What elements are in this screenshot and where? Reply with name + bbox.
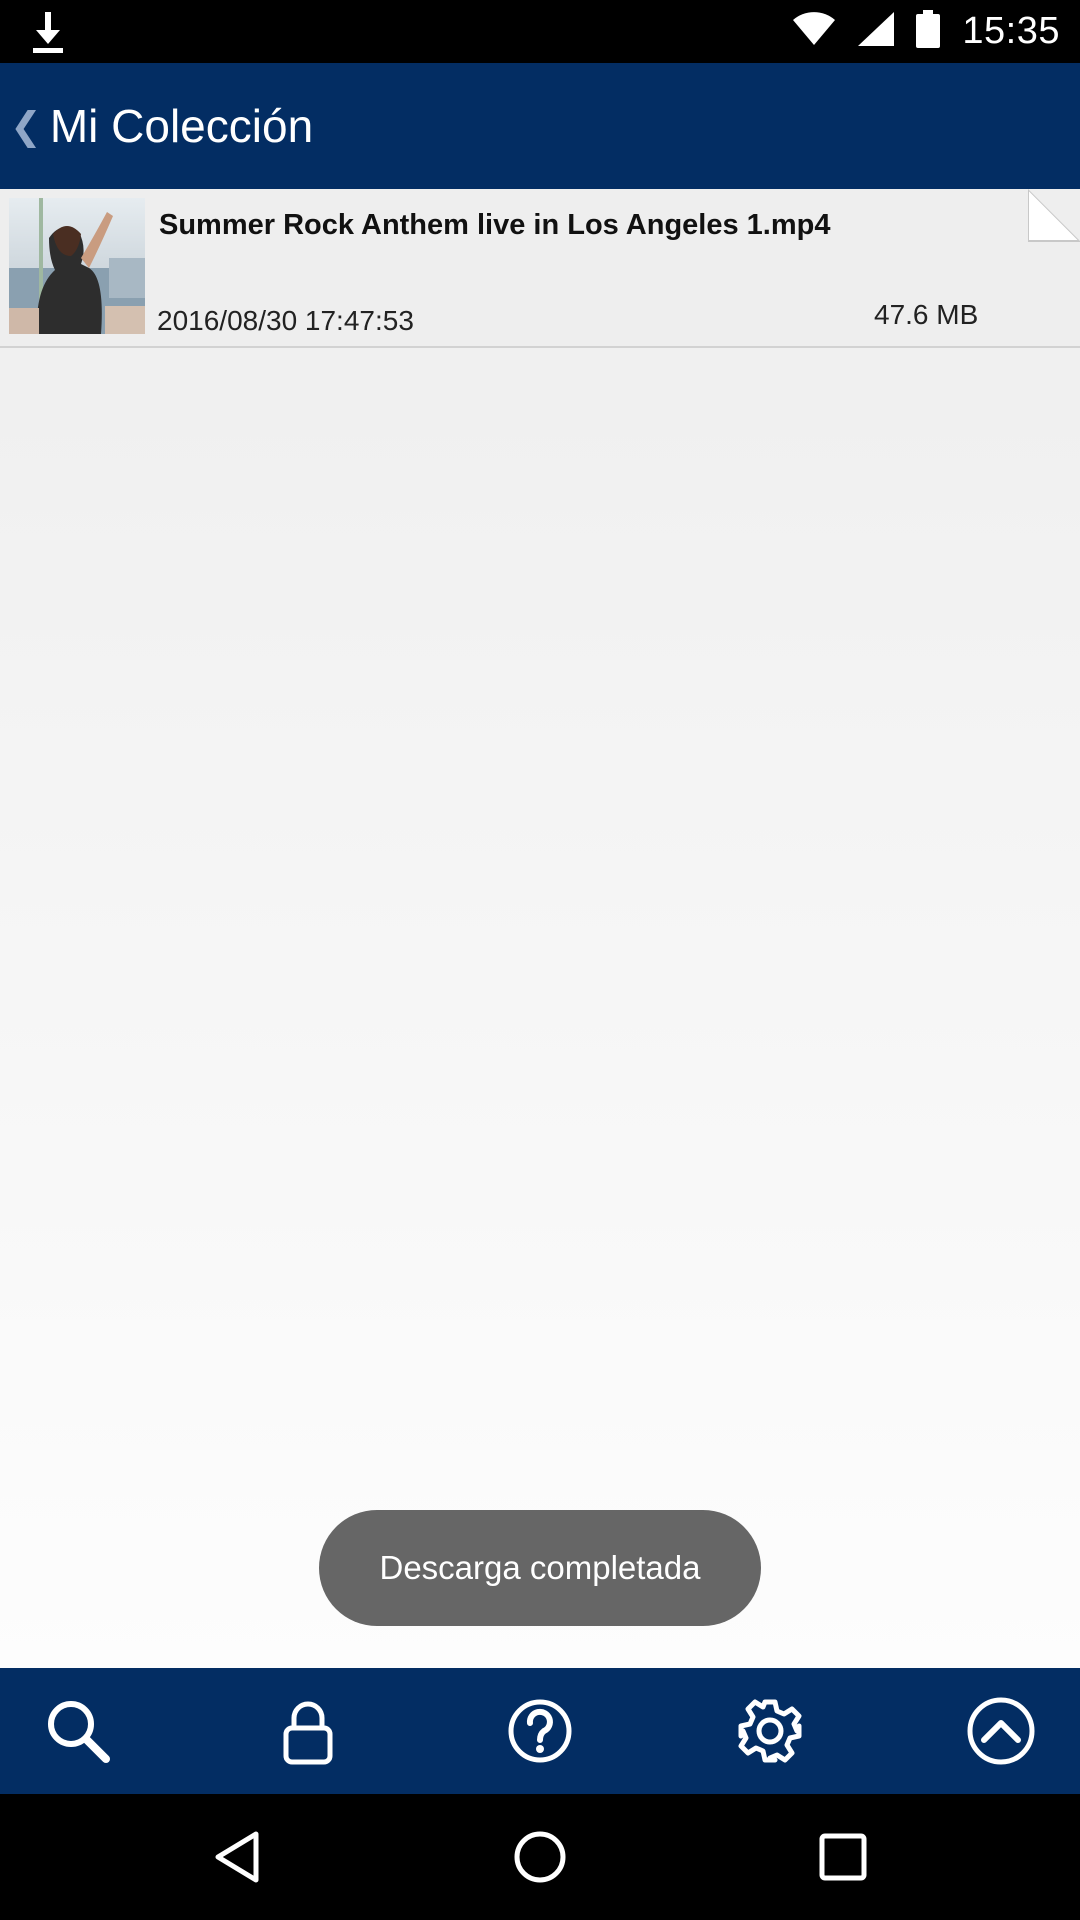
status-time: 15:35 (962, 10, 1060, 52)
file-list-item[interactable]: Summer Rock Anthem live in Los Angeles 1… (0, 186, 1080, 348)
file-date: 2016/08/30 17:47:53 (157, 305, 414, 336)
recents-nav-icon[interactable] (808, 1822, 878, 1892)
battery-icon (916, 10, 941, 53)
help-icon[interactable] (495, 1686, 585, 1776)
file-list: Summer Rock Anthem live in Los Angeles 1… (0, 186, 1080, 1668)
wifi-icon (792, 12, 836, 51)
back-chevron-icon[interactable]: ❮ (10, 104, 42, 148)
file-name: Summer Rock Anthem live in Los Angeles 1… (159, 209, 831, 241)
app-bar: ❮ Mi Colección (0, 63, 1080, 189)
download-icon (30, 10, 66, 54)
page-title: Mi Colección (49, 100, 314, 152)
scroll-up-icon[interactable] (956, 1686, 1046, 1776)
search-icon[interactable] (33, 1686, 123, 1776)
system-nav-bar (0, 1794, 1080, 1920)
file-size: 47.6 MB (874, 299, 979, 330)
lock-icon[interactable] (263, 1686, 353, 1776)
toast-message: Descarga completada (319, 1510, 761, 1626)
settings-icon[interactable] (725, 1686, 815, 1776)
back-nav-icon[interactable] (202, 1822, 272, 1892)
bottom-toolbar (0, 1668, 1080, 1794)
page-fold-icon (1027, 186, 1080, 243)
signal-icon (858, 12, 895, 51)
home-nav-icon[interactable] (505, 1822, 575, 1892)
status-bar: 15:35 (0, 0, 1080, 63)
video-thumbnail (9, 198, 145, 334)
